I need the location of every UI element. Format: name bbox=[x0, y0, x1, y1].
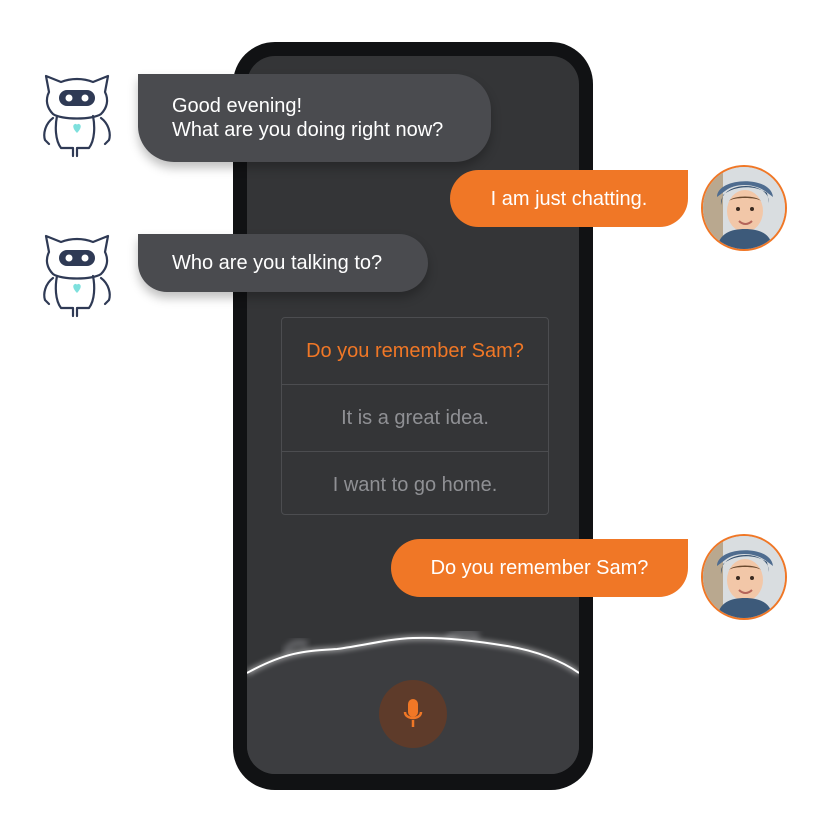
child-avatar bbox=[701, 165, 787, 251]
message-text: Who are you talking to? bbox=[172, 252, 383, 274]
reply-suggestions: Do you remember Sam? It is a great idea.… bbox=[281, 317, 549, 515]
suggestion-option[interactable]: Do you remember Sam? bbox=[282, 318, 548, 384]
user-message-bubble: I am just chatting. bbox=[450, 170, 688, 227]
user-message-bubble: Do you remember Sam? bbox=[391, 539, 688, 597]
suggestion-option[interactable]: I want to go home. bbox=[282, 451, 548, 518]
robot-icon bbox=[43, 234, 111, 318]
bot-message-bubble: Who are you talking to? bbox=[138, 234, 428, 292]
message-text: I am just chatting. bbox=[490, 187, 648, 210]
bot-message-bubble: Good evening! What are you doing right n… bbox=[138, 74, 491, 162]
message-text: Good evening! bbox=[172, 95, 303, 117]
microphone-icon bbox=[403, 699, 423, 727]
microphone-button[interactable] bbox=[379, 680, 447, 748]
child-avatar bbox=[701, 534, 787, 620]
robot-icon bbox=[43, 74, 111, 158]
suggestion-option[interactable]: It is a great idea. bbox=[282, 384, 548, 451]
message-text: What are you doing right now? bbox=[172, 119, 444, 141]
message-text: Do you remember Sam? bbox=[430, 557, 649, 579]
